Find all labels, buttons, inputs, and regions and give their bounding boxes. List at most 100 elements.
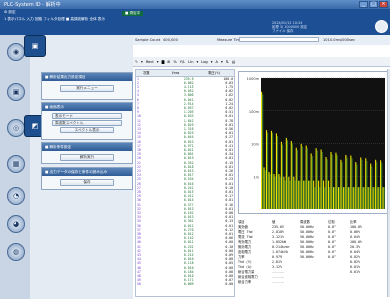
chart-bar	[382, 187, 384, 209]
chart-bar	[353, 187, 355, 209]
chart-bar	[281, 144, 284, 209]
y-tick-label: 1m	[253, 175, 259, 179]
chart-bar	[316, 150, 318, 209]
stats-cell	[350, 280, 380, 285]
close-button[interactable]: ×	[379, 1, 388, 8]
chart-bar	[273, 174, 275, 209]
toolbar-item[interactable]: Log	[201, 60, 207, 64]
chart-bar	[314, 187, 316, 209]
toolbar-item[interactable]: ▇	[162, 60, 165, 64]
toolbar-item[interactable]: ▤	[232, 60, 235, 64]
toolbar-item[interactable]: ⊞	[167, 60, 170, 64]
nav-button-home[interactable]: ◉	[7, 43, 25, 61]
spectrum-display-button[interactable]: スペクトル表示	[60, 127, 114, 133]
chart-bar	[334, 187, 336, 209]
harmonics-table: 次数 Vrms 電圧(%) 1 235.6 100.0 2 0.082 0.03 3 4.11…	[135, 69, 235, 297]
chart-bar	[336, 155, 338, 209]
sample-count-label: Sample Count	[135, 38, 161, 42]
chart-bar	[262, 94, 264, 209]
toolbar-item[interactable]: Rect	[146, 60, 154, 64]
y-tick-label: 100m	[249, 110, 260, 114]
minimize-button[interactable]: _	[359, 1, 368, 8]
table-row[interactable]: 50 0.009 0.00	[136, 282, 234, 286]
spectrum-select[interactable]: 周波数スペクトル	[52, 120, 122, 126]
toolbar-item[interactable]: ✎	[135, 60, 138, 64]
chart-bar	[291, 143, 293, 209]
toolbar-item[interactable]: ⇅	[226, 60, 229, 64]
window-title: PLC-System ID - 解析中	[4, 2, 61, 8]
nav-button-harmonics-active[interactable]: ▣	[24, 35, 46, 57]
left-panel: ◉ ▣ ◎ ▦ ◔ ◕ ◍ ▣ ◩ ■ 解析結果出力設定項目 実行メニュー ■ …	[0, 35, 133, 299]
settings-label[interactable]: ⚙ 設定	[4, 10, 16, 15]
table-cell: 0.00	[225, 282, 233, 287]
chart-bar	[347, 187, 349, 209]
display-mode-select[interactable]: 表示モード	[52, 113, 122, 119]
status-badge: ■ 測定中	[122, 11, 144, 16]
chart-bar	[296, 150, 298, 209]
toolbar-item[interactable]: ▾	[196, 60, 198, 64]
chart-bar	[355, 162, 357, 209]
toolbar-item[interactable]: Lin	[188, 60, 193, 64]
chart-bar	[321, 151, 323, 209]
chart-bar	[295, 147, 297, 209]
chart-bar	[325, 157, 327, 209]
chart-bar	[340, 159, 342, 209]
chart-bar	[261, 91, 263, 209]
stats-cell: 総合力率	[238, 280, 252, 284]
chart-bar	[288, 176, 290, 209]
toolbar-item[interactable]: ▾	[157, 60, 159, 64]
chart-bar	[264, 170, 266, 209]
chart-bar	[362, 187, 364, 209]
chart-bar	[342, 187, 344, 209]
chart-bar	[305, 145, 307, 209]
nav-button-display[interactable]: ◔	[7, 187, 25, 205]
toolbar-item[interactable]: Y/L	[180, 60, 185, 64]
chart-bar	[320, 149, 322, 209]
nav-button-filter[interactable]: ◎	[7, 119, 25, 137]
chart-bar	[373, 187, 375, 209]
save-button[interactable]: 保存	[60, 179, 114, 186]
chart-toolbar: ✎ ▾ Rect ▾ ▇ ⊞% Y/L Lin ▾ Log ▾ A ▾ ⇅ ▤	[133, 57, 390, 67]
measure-time-bar	[239, 37, 319, 42]
chart-bar	[370, 163, 372, 209]
chart-bar	[278, 174, 280, 209]
chart-bar	[301, 146, 303, 209]
toolbar-item[interactable]: A	[216, 60, 218, 64]
chart-bar	[276, 136, 279, 209]
group-header: ■ 解析結果出力設定項目	[42, 73, 132, 81]
nav-button-input[interactable]: ▣	[7, 83, 25, 101]
nav-button-analysis[interactable]: ▦	[7, 155, 25, 173]
run-analysis-button[interactable]: 解析実行	[60, 154, 114, 161]
harmonics-chart[interactable]: 1000m 100m 10m 1m	[238, 71, 388, 214]
maximize-button[interactable]: □	[369, 1, 378, 8]
stats-row: 総合力率 ------	[238, 280, 388, 285]
app-logo	[375, 20, 388, 33]
nav-button-export[interactable]: ◕	[7, 215, 25, 233]
chart-bar	[326, 159, 328, 209]
sample-count-value: 400,000	[163, 38, 178, 42]
toolbar-item[interactable]: ▾	[221, 60, 223, 64]
chart-bar	[375, 159, 377, 209]
toolbar-item[interactable]: %	[173, 60, 176, 64]
chart-bar	[318, 180, 320, 209]
chart-bar	[377, 187, 379, 209]
chart-bar	[286, 140, 289, 209]
chart-bar	[352, 187, 354, 209]
chart-bar	[268, 171, 270, 209]
chart-bar	[376, 162, 378, 209]
chart-bar	[309, 180, 311, 209]
nav-button-settings[interactable]: ◍	[7, 243, 25, 261]
run-menu-button[interactable]: 実行メニュー	[60, 85, 114, 92]
chart-bar	[300, 143, 302, 209]
chart-bar	[310, 153, 312, 209]
toolbar-item[interactable]: ▾	[141, 60, 143, 64]
stats-cell	[300, 280, 328, 285]
chart-bar	[346, 157, 348, 209]
chart-bar	[378, 187, 380, 209]
group-output-settings: ■ 解析結果出力設定項目 実行メニュー	[41, 72, 133, 100]
chart-bar	[269, 174, 271, 209]
toolbar-item[interactable]: ▾	[211, 60, 213, 64]
chart-bar	[361, 159, 363, 209]
chart-bar	[327, 180, 330, 209]
chart-bar	[345, 154, 347, 209]
